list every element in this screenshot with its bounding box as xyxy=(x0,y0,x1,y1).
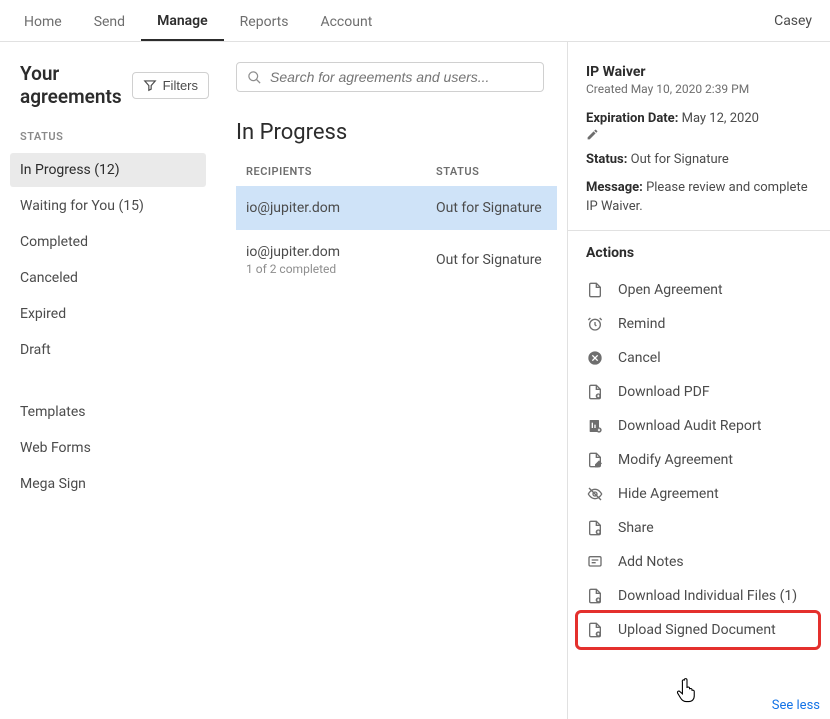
sidebar-item-templates[interactable]: Templates xyxy=(10,395,206,429)
details-created: Created May 10, 2020 2:39 PM xyxy=(586,82,814,96)
details-title: IP Waiver xyxy=(586,64,814,80)
expiration-value: May 12, 2020 xyxy=(682,111,759,126)
action-open-agreement[interactable]: Open Agreement xyxy=(586,273,814,307)
cancel-icon xyxy=(586,350,604,366)
download-icon xyxy=(586,384,604,400)
row-status: Out for Signature xyxy=(436,200,542,216)
action-label: Download PDF xyxy=(618,384,710,400)
search-input[interactable] xyxy=(270,69,533,85)
eye-off-icon xyxy=(586,486,604,502)
sidebar-item-expired[interactable]: Expired xyxy=(10,297,206,331)
action-upload-signed[interactable]: Upload Signed Document xyxy=(578,613,818,647)
action-label: Download Individual Files (1) xyxy=(618,588,797,604)
col-recipients: RECIPIENTS xyxy=(246,165,436,178)
status-label: STATUS xyxy=(20,130,206,143)
action-modify-agreement[interactable]: Modify Agreement xyxy=(586,443,814,477)
download-files-icon xyxy=(586,588,604,604)
filters-label: Filters xyxy=(163,78,198,93)
sidebar-item-mega-sign[interactable]: Mega Sign xyxy=(10,467,206,501)
action-share[interactable]: Share xyxy=(586,511,814,545)
nav-manage[interactable]: Manage xyxy=(141,1,224,41)
row-recipient: io@jupiter.dom xyxy=(246,200,436,216)
col-status: STATUS xyxy=(436,165,479,178)
filter-icon xyxy=(143,78,157,92)
sidebar-item-in-progress[interactable]: In Progress (12) xyxy=(10,153,206,187)
action-download-audit[interactable]: Download Audit Report xyxy=(586,409,814,443)
nav-account[interactable]: Account xyxy=(304,2,388,40)
see-less-link[interactable]: See less xyxy=(772,698,820,713)
top-nav: Home Send Manage Reports Account Casey xyxy=(0,0,830,42)
sidebar: Your agreements Filters STATUS In Progre… xyxy=(0,42,218,719)
expiration-label: Expiration Date: xyxy=(586,111,678,126)
row-recipient: io@jupiter.dom xyxy=(246,244,436,260)
action-download-individual[interactable]: Download Individual Files (1) xyxy=(586,579,814,613)
action-label: Share xyxy=(618,520,654,536)
sidebar-item-canceled[interactable]: Canceled xyxy=(10,261,206,295)
action-add-notes[interactable]: Add Notes xyxy=(586,545,814,579)
action-hide-agreement[interactable]: Hide Agreement xyxy=(586,477,814,511)
action-download-pdf[interactable]: Download PDF xyxy=(586,375,814,409)
action-label: Remind xyxy=(618,316,665,332)
actions-heading: Actions xyxy=(586,245,814,261)
sidebar-item-draft[interactable]: Draft xyxy=(10,333,206,367)
nav-send[interactable]: Send xyxy=(78,2,141,40)
sidebar-title: Your agreements xyxy=(20,62,122,108)
message-label: Message: xyxy=(586,180,643,195)
row-status: Out for Signature xyxy=(436,252,542,268)
status-label: Status: xyxy=(586,152,627,167)
action-label: Open Agreement xyxy=(618,282,723,298)
divider xyxy=(568,230,830,231)
search-box[interactable] xyxy=(236,62,544,92)
note-icon xyxy=(586,554,604,570)
upload-icon xyxy=(586,622,604,638)
document-icon xyxy=(586,282,604,298)
sidebar-item-web-forms[interactable]: Web Forms xyxy=(10,431,206,465)
action-label: Modify Agreement xyxy=(618,452,733,468)
main-heading: In Progress xyxy=(236,120,557,145)
report-icon xyxy=(586,418,604,434)
nav-user[interactable]: Casey xyxy=(774,13,822,29)
share-icon xyxy=(586,520,604,536)
sidebar-item-waiting[interactable]: Waiting for You (15) xyxy=(10,189,206,223)
table-row[interactable]: io@jupiter.dom 1 of 2 completed Out for … xyxy=(236,230,557,290)
edit-icon[interactable] xyxy=(586,128,814,141)
action-label: Add Notes xyxy=(618,554,684,570)
main-panel: In Progress RECIPIENTS STATUS io@jupiter… xyxy=(218,42,568,719)
nav-reports[interactable]: Reports xyxy=(224,2,305,40)
filters-button[interactable]: Filters xyxy=(132,72,209,99)
nav-home[interactable]: Home xyxy=(8,2,78,40)
action-remind[interactable]: Remind xyxy=(586,307,814,341)
table-row[interactable]: io@jupiter.dom Out for Signature xyxy=(236,186,557,230)
status-value: Out for Signature xyxy=(631,152,729,167)
details-panel: IP Waiver Created May 10, 2020 2:39 PM E… xyxy=(568,42,830,719)
search-icon xyxy=(247,70,262,85)
clock-icon xyxy=(586,316,604,332)
action-label: Hide Agreement xyxy=(618,486,719,502)
action-label: Upload Signed Document xyxy=(618,622,776,638)
column-headers: RECIPIENTS STATUS xyxy=(236,165,557,186)
row-subtext: 1 of 2 completed xyxy=(246,262,436,276)
sidebar-item-completed[interactable]: Completed xyxy=(10,225,206,259)
edit-document-icon xyxy=(586,452,604,468)
action-cancel[interactable]: Cancel xyxy=(586,341,814,375)
action-label: Download Audit Report xyxy=(618,418,762,434)
action-label: Cancel xyxy=(618,350,661,366)
